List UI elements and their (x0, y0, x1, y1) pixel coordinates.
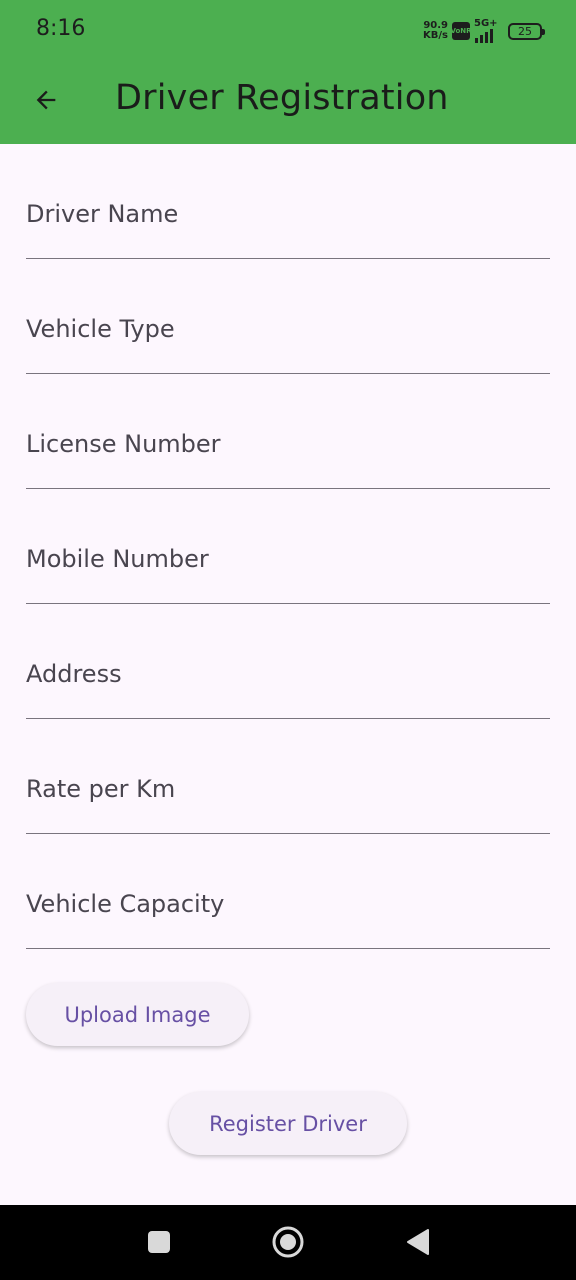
status-bar: 8:16 90.9 KB/s Vo NR 5G+ 25 (0, 0, 576, 60)
page-title: Driver Registration (115, 78, 449, 118)
volte-label-bottom: NR (460, 26, 472, 35)
volte-icon: Vo NR (450, 22, 472, 40)
screen: 8:16 90.9 KB/s Vo NR 5G+ 25 Driver Regis… (0, 0, 576, 1280)
home-button[interactable] (266, 1220, 310, 1264)
system-navigation-bar (0, 1205, 576, 1280)
driver-name-field (26, 144, 550, 259)
arrow-left-icon (36, 90, 56, 110)
vehicle-capacity-field (26, 834, 550, 949)
mobile-number-input[interactable] (26, 489, 550, 603)
address-field (26, 604, 550, 719)
circle-icon (272, 1226, 304, 1258)
license-number-input[interactable] (26, 374, 550, 488)
rate-per-km-input[interactable] (26, 719, 550, 833)
system-back-button[interactable] (398, 1223, 436, 1261)
network-speed: 90.9 KB/s (423, 21, 448, 41)
back-button[interactable] (22, 76, 70, 124)
app-header: 8:16 90.9 KB/s Vo NR 5G+ 25 Driver Regis… (0, 0, 576, 144)
volte-label-top: Vo (450, 26, 461, 35)
status-time: 8:16 (36, 16, 86, 41)
rate-per-km-field (26, 719, 550, 834)
recents-button[interactable] (140, 1223, 178, 1261)
license-number-field (26, 374, 550, 489)
signal-strength-icon (475, 29, 493, 43)
network-speed-unit: KB/s (423, 30, 448, 41)
network-type: 5G+ (474, 18, 498, 29)
battery-icon: 25 (508, 22, 545, 40)
vehicle-type-input[interactable] (26, 259, 550, 373)
battery-level: 25 (518, 24, 532, 38)
registration-form (26, 144, 550, 949)
square-icon (148, 1231, 170, 1253)
mobile-number-field (26, 489, 550, 604)
upload-image-button[interactable]: Upload Image (26, 983, 249, 1046)
address-input[interactable] (26, 604, 550, 718)
signal-group: 5G+ (474, 19, 498, 43)
vehicle-capacity-input[interactable] (26, 834, 550, 948)
driver-name-input[interactable] (26, 144, 550, 258)
vehicle-type-field (26, 259, 550, 374)
triangle-back-icon (407, 1229, 429, 1255)
register-driver-button[interactable]: Register Driver (169, 1092, 407, 1155)
status-icons: 90.9 KB/s Vo NR 5G+ 25 (423, 18, 545, 44)
